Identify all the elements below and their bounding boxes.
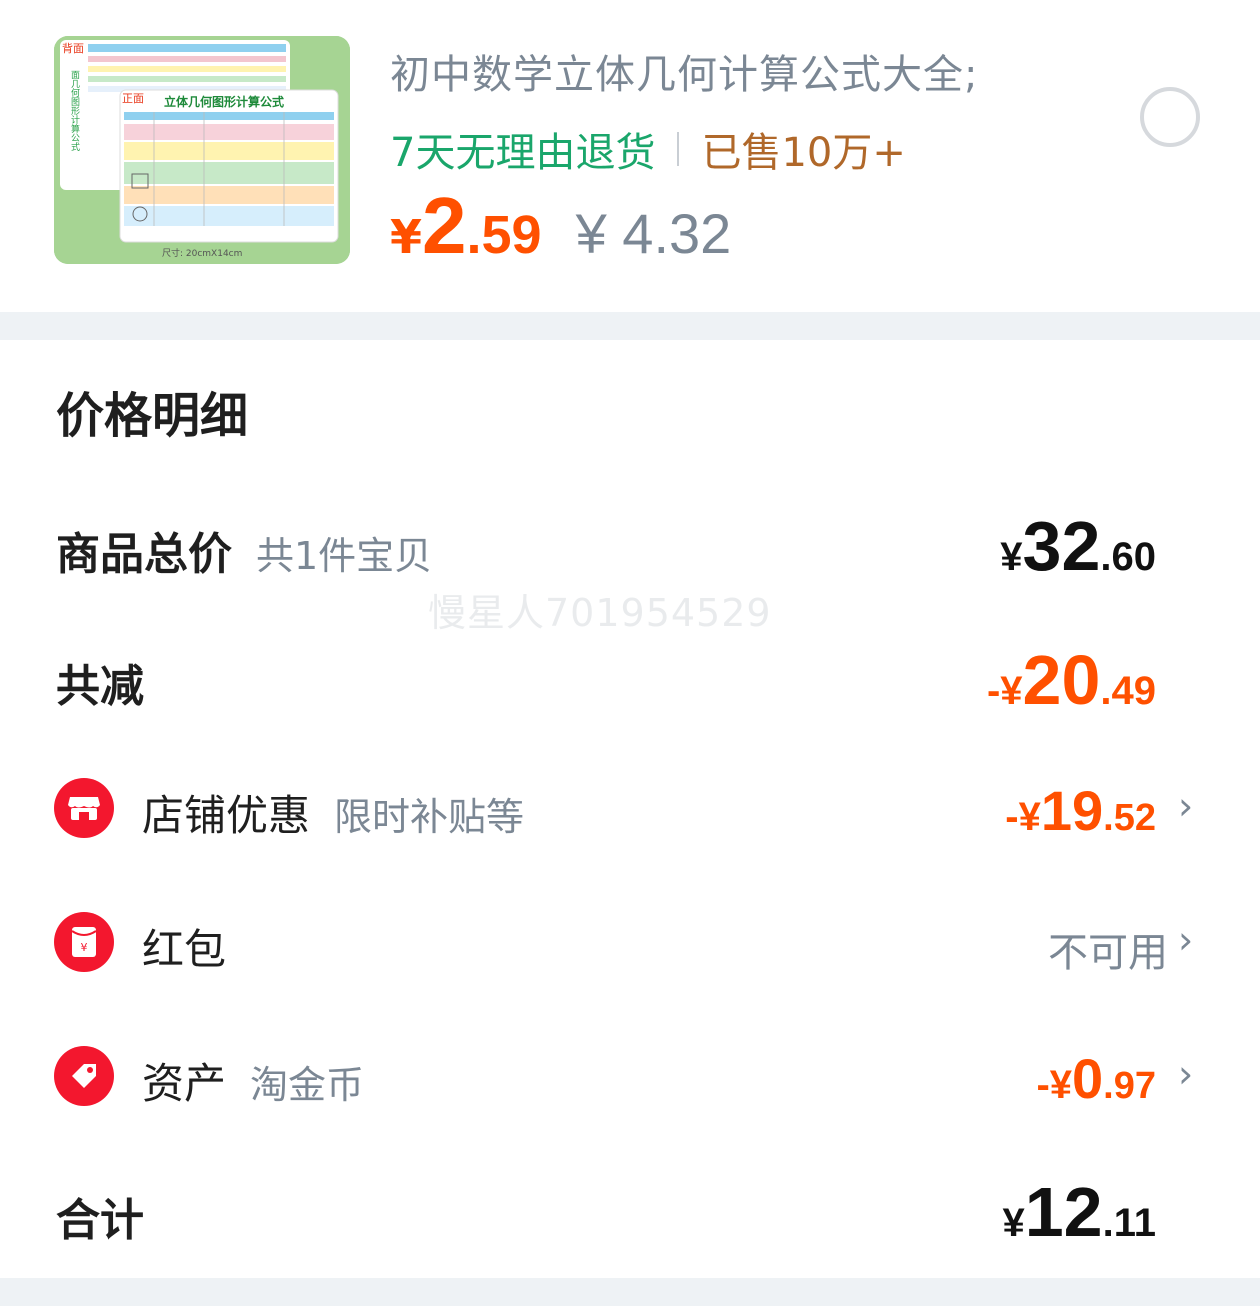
reduction-decimal: .49 [1100,669,1156,713]
price-integer: 2 [422,181,467,270]
shop-discount-decimal: .52 [1103,797,1156,839]
product-tags: 7天无理由退货 已售10万+ [390,120,906,178]
price-decimal: .59 [466,205,542,265]
product-title[interactable]: 初中数学立体几何计算公式大全; [390,42,978,100]
total-price-amount: ¥32.60 [1000,506,1156,586]
total-price-text: 商品总价 [56,529,232,580]
product-image: 背面 面几何图形计算公式 正面 立体几何图形计算公式 尺寸: 20cmX14cm [54,36,350,264]
return-policy-tag: 7天无理由退货 [390,130,656,176]
bottom-divider [0,1278,1260,1306]
total-price-integer: 32 [1022,507,1101,585]
shop-discount-row[interactable]: 店铺优惠 限时补贴等 -¥ 19.52 › [0,770,1260,850]
red-packet-status: 不可用 [1048,930,1168,976]
price-currency: ¥ [390,210,423,264]
sold-count-tag: 已售10万+ [701,130,906,176]
shop-discount-sub: 限时补贴等 [334,795,525,839]
front-label: 正面 [122,92,144,105]
sum-amount: ¥12.11 [1002,1172,1156,1252]
assets-text: 资产 [142,1059,227,1108]
card-title: 立体几何图形计算公式 [164,94,284,109]
svg-text:¥: ¥ [81,941,88,954]
total-price-label: 商品总价 共1件宝贝 [56,518,432,582]
assets-currency: -¥ [1036,1063,1073,1107]
chevron-right-icon[interactable]: › [1178,1052,1193,1096]
reduction-currency: -¥ [986,669,1023,713]
shop-discount-text: 店铺优惠 [142,791,311,840]
reduction-row: 共减 -¥ 20.49 [0,640,1260,720]
svg-text:面几何图形计算公式: 面几何图形计算公式 [69,70,80,151]
tag-icon [54,1046,114,1106]
total-price-row: 商品总价 共1件宝贝 ¥32.60 [0,506,1260,586]
assets-row[interactable]: 资产 淘金币 -¥ 0.97 › [0,1038,1260,1118]
product-thumbnail[interactable]: 背面 面几何图形计算公式 正面 立体几何图形计算公式 尺寸: 20cmX14cm [54,36,350,264]
total-price-decimal: .60 [1100,535,1156,579]
product-price: ¥ 2 .59 ¥ 4.32 [390,180,731,272]
reduction-amount: -¥ 20.49 [987,640,1156,720]
sum-currency: ¥ [1002,1201,1025,1245]
item-count-text: 共1件宝贝 [256,534,433,578]
assets-label: 资产 淘金币 [142,1050,364,1111]
product-card[interactable]: 背面 面几何图形计算公式 正面 立体几何图形计算公式 尺寸: 20cmX14cm… [0,0,1260,312]
section-divider [0,312,1260,340]
chevron-right-icon[interactable]: › [1178,918,1193,962]
assets-amount: -¥ 0.97 [1036,1046,1156,1111]
red-envelope-icon: ¥ [54,912,114,972]
chevron-right-icon[interactable]: › [1178,784,1193,828]
sum-label: 合计 [56,1195,144,1246]
back-label: 背面 [62,41,84,55]
tag-divider [677,132,680,166]
watermark: 慢星人701954529 [428,591,772,635]
original-price: ¥ 4.32 [575,202,732,265]
assets-integer: 0 [1072,1047,1104,1110]
sum-integer: 12 [1024,1173,1103,1251]
shop-discount-currency: -¥ [1005,795,1041,839]
sum-row: 合计 ¥12.11 [0,1172,1260,1252]
sum-decimal: .11 [1102,1201,1156,1245]
assets-sub: 淘金币 [250,1063,365,1107]
total-price-currency: ¥ [1000,535,1023,579]
shop-discount-label: 店铺优惠 限时补贴等 [142,782,524,843]
reduction-label: 共减 [56,661,144,712]
reduction-integer: 20 [1022,641,1101,719]
select-checkbox[interactable] [1140,87,1200,147]
red-packet-label: 红包 [142,925,227,974]
shop-discount-integer: 19 [1040,779,1104,842]
shop-discount-amount: -¥ 19.52 [1005,778,1156,843]
assets-decimal: .97 [1103,1065,1156,1107]
store-icon [54,778,114,838]
price-breakdown-title: 价格明细 [56,388,249,444]
size-text: 尺寸: 20cmX14cm [162,247,242,259]
red-packet-row[interactable]: ¥ 红包 不可用 › [0,904,1260,984]
